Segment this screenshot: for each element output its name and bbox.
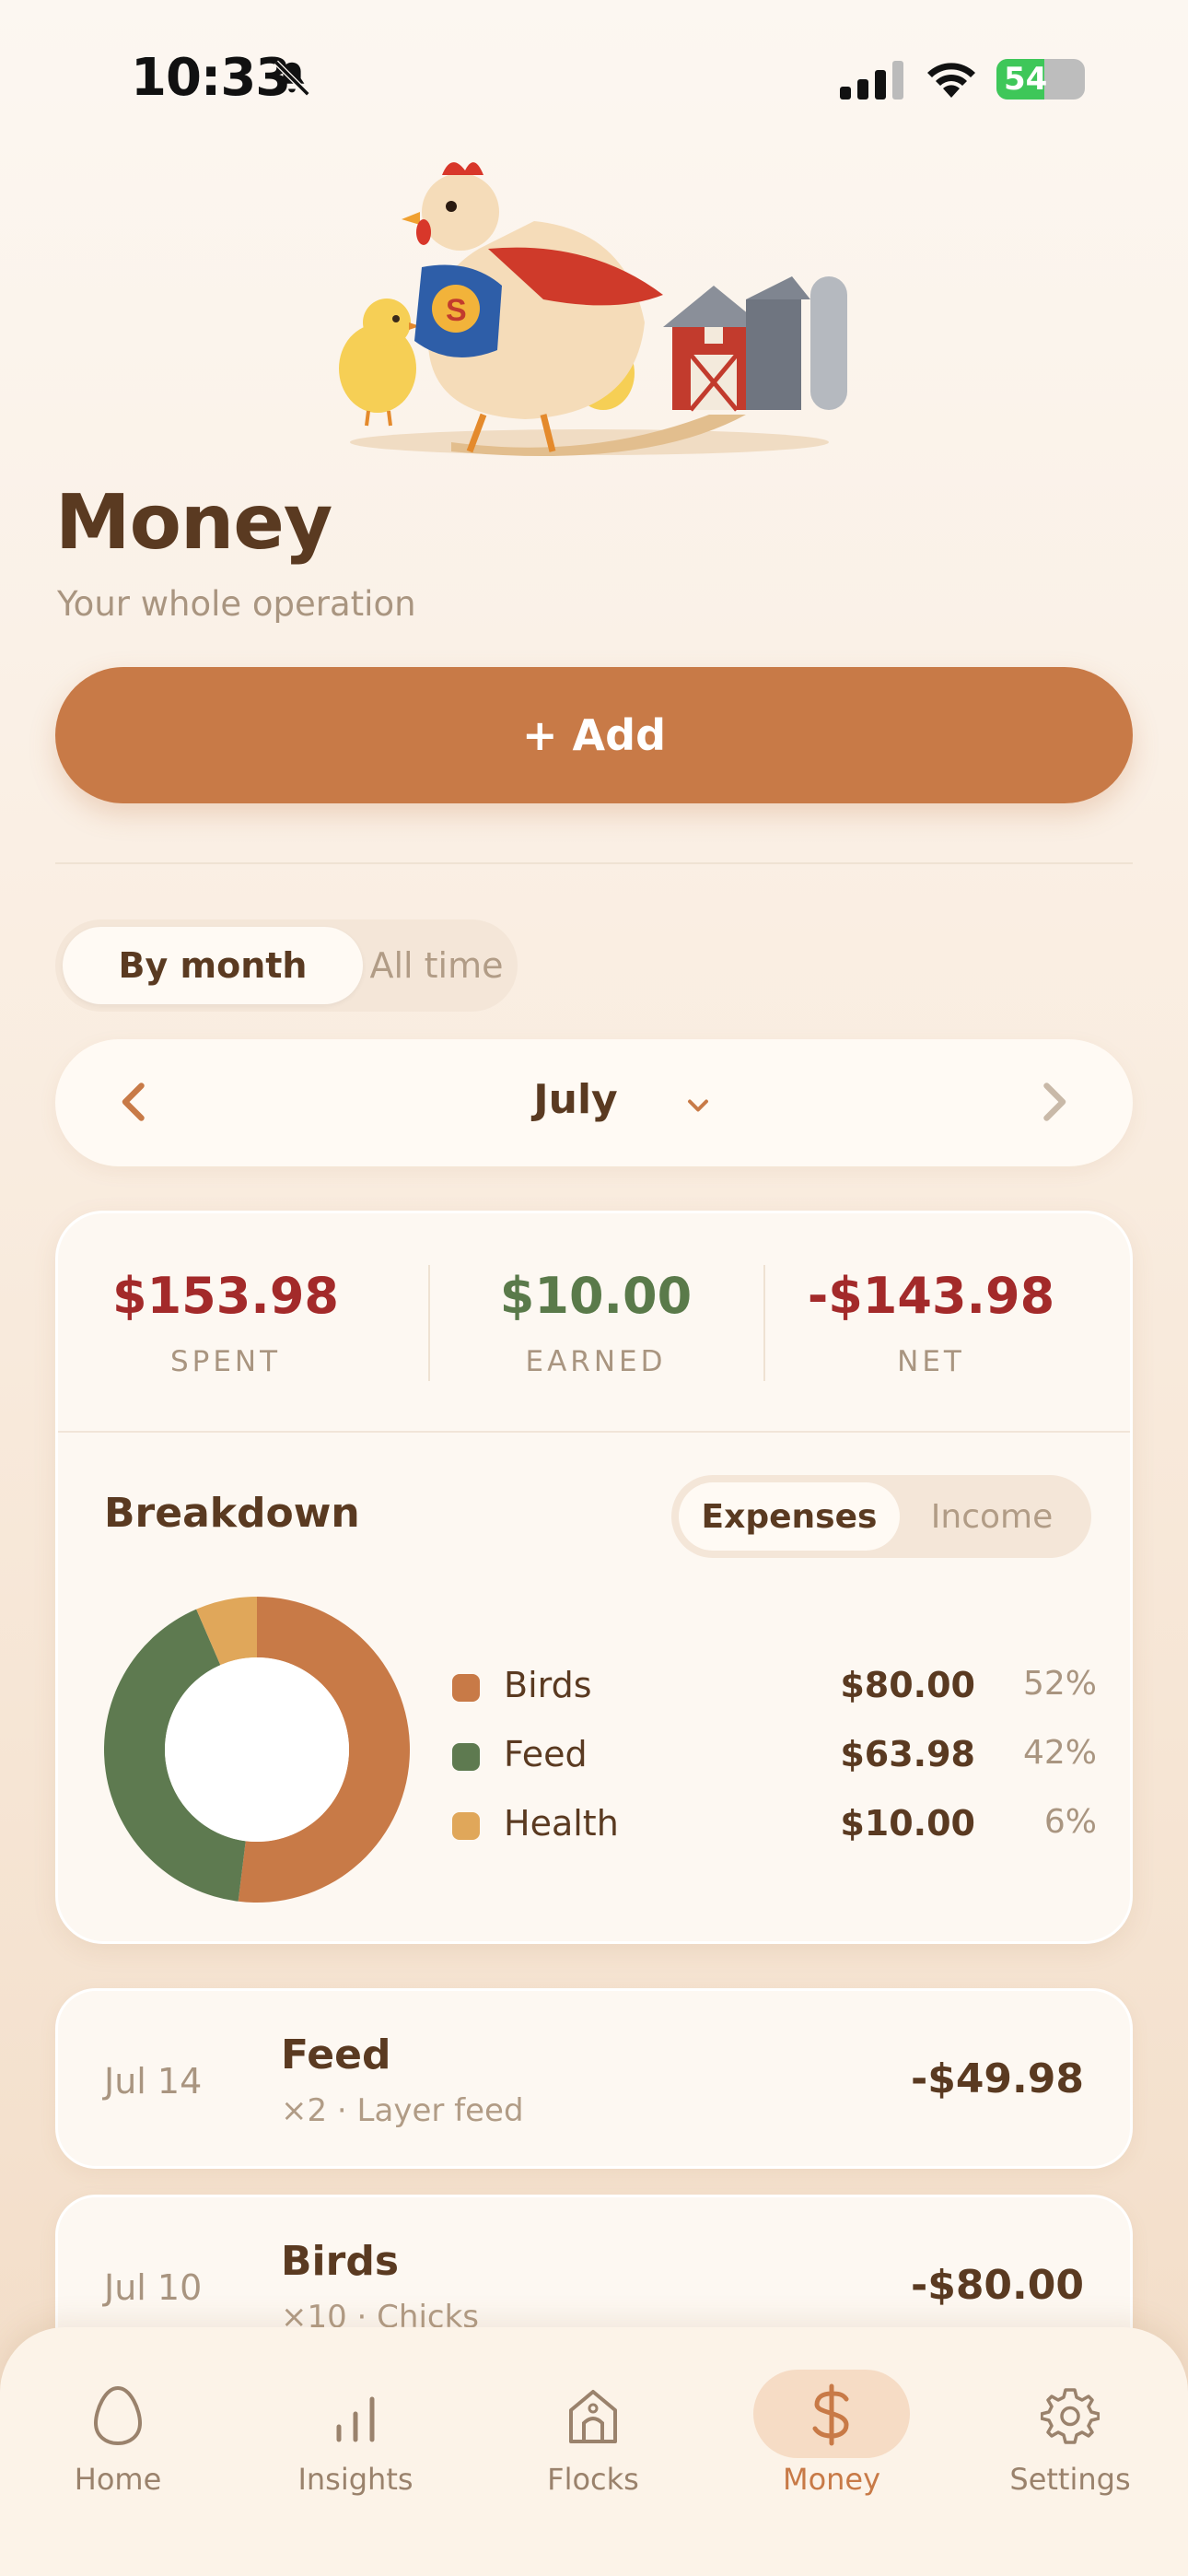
legend-percent: 52% (1022, 1665, 1097, 1703)
superhero-hen-icon: S (402, 162, 663, 453)
summary-card: $153.98 SPENT $10.00 EARNED -$143.98 NET… (55, 1211, 1133, 1944)
dollar-icon (812, 2383, 849, 2446)
net-label: NET (897, 1345, 965, 1378)
chick-icon (339, 299, 420, 427)
tab-insights[interactable]: Insights (254, 2383, 457, 2521)
tab-label: Flocks (547, 2462, 639, 2497)
tab-settings[interactable]: Settings (969, 2383, 1171, 2521)
legend-color-swatch (452, 1812, 480, 1840)
tab-flocks[interactable]: Flocks (492, 2383, 694, 2521)
legend-percent: 6% (1043, 1803, 1097, 1841)
status-time: 10:33 (131, 48, 291, 108)
earned-stat: $10.00 EARNED (428, 1267, 763, 1378)
transaction-row[interactable]: Jul 14 Feed ×2 · Layer feed -$49.98 (55, 1988, 1133, 2169)
month-selector[interactable]: July (55, 1076, 1133, 1123)
net-stat: -$143.98 NET (763, 1267, 1099, 1378)
legend-name: Health (504, 1803, 619, 1844)
legend-color-swatch (452, 1743, 480, 1771)
legend-row-birds: Birds $80.00 52% (452, 1659, 1097, 1715)
breakdown-title: Breakdown (104, 1490, 360, 1537)
breakdown-donut-chart (104, 1597, 411, 1903)
legend-color-swatch (452, 1674, 480, 1702)
barn-icon (663, 276, 847, 412)
expenses-toggle[interactable]: Expenses (679, 1482, 900, 1551)
card-divider (58, 1431, 1130, 1433)
tab-label: Insights (297, 2462, 413, 2497)
donut-hole (165, 1657, 349, 1842)
tab-home[interactable]: Home (17, 2383, 219, 2521)
legend-value: $80.00 (840, 1665, 975, 1705)
income-toggle[interactable]: Income (900, 1482, 1084, 1551)
transaction-title: Birds (281, 2238, 400, 2285)
legend-row-health: Health $10.00 6% (452, 1797, 1097, 1853)
legend-row-feed: Feed $63.98 42% (452, 1728, 1097, 1784)
earned-value: $10.00 (499, 1267, 693, 1325)
spent-value: $153.98 (112, 1267, 339, 1325)
chevron-down-icon[interactable] (681, 1089, 715, 1122)
transaction-amount: -$80.00 (910, 2262, 1084, 2309)
by-month-toggle[interactable]: By month (63, 927, 363, 1004)
legend-value: $10.00 (840, 1803, 975, 1844)
spent-stat: $153.98 SPENT (58, 1267, 393, 1378)
bar-chart-icon (336, 2396, 375, 2442)
transaction-title: Feed (281, 2032, 391, 2078)
legend-value: $63.98 (840, 1734, 975, 1774)
breakdown-toggle: Expenses Income (671, 1475, 1091, 1558)
status-bar: 10:33 54 (0, 0, 1188, 157)
divider (55, 862, 1133, 864)
egg-icon (93, 2385, 143, 2446)
chevron-right-icon[interactable] (1026, 1074, 1081, 1130)
page-subtitle: Your whole operation (57, 584, 416, 624)
add-button[interactable]: + Add (55, 667, 1133, 803)
transaction-date: Jul 14 (104, 2061, 203, 2102)
legend-name: Feed (504, 1734, 588, 1774)
spent-label: SPENT (169, 1345, 282, 1378)
month-navigator: July (55, 1039, 1133, 1166)
legend-percent: 42% (1022, 1734, 1097, 1772)
earned-label: EARNED (525, 1345, 667, 1378)
net-value: -$143.98 (807, 1267, 1055, 1325)
wifi-icon (927, 63, 975, 98)
battery-icon: 54 (996, 59, 1085, 100)
tab-label: Settings (1009, 2462, 1131, 2497)
cellular-signal-icon (840, 61, 903, 100)
svg-text:S: S (446, 293, 467, 328)
gear-icon (1041, 2388, 1100, 2444)
transaction-date: Jul 10 (104, 2267, 203, 2308)
tab-money[interactable]: Money (730, 2383, 933, 2521)
tab-label: Home (74, 2462, 162, 2497)
legend-name: Birds (504, 1665, 592, 1705)
view-toggle: By month All time (55, 919, 518, 1012)
hero-illustration: S (339, 162, 847, 456)
all-time-toggle[interactable]: All time (363, 927, 510, 1004)
battery-text: 54 (1004, 61, 1048, 98)
tab-label: Money (782, 2462, 881, 2497)
bell-muted-icon (274, 60, 310, 97)
transaction-detail: ×2 · Layer feed (281, 2092, 524, 2129)
coop-icon (569, 2390, 617, 2443)
tab-bar: Home Insights Flocks Money Settings (0, 2327, 1188, 2576)
page-title: Money (55, 479, 332, 567)
transaction-amount: -$49.98 (910, 2055, 1084, 2102)
